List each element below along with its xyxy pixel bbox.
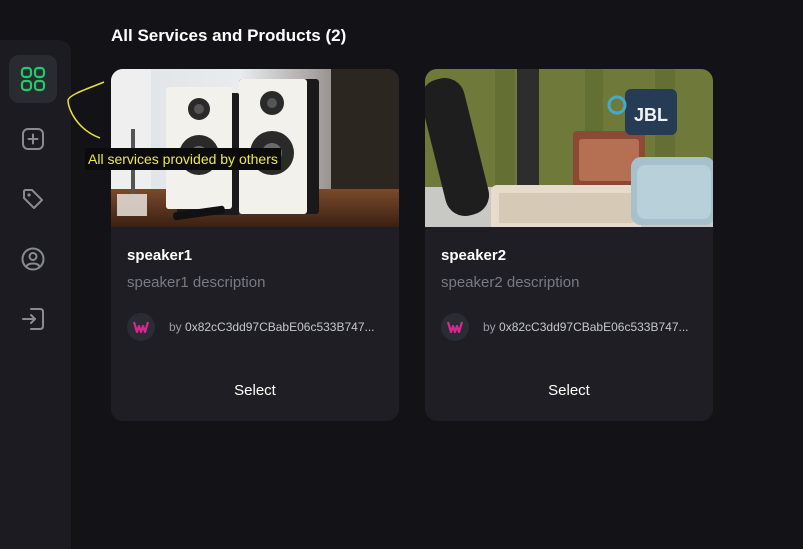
card-description: speaker2 description [441, 274, 580, 291]
author-prefix: by [169, 320, 182, 334]
service-card[interactable]: JBL speaker2 speaker2 description by 0x8… [425, 69, 713, 421]
nav-profile[interactable] [9, 235, 57, 283]
card-author: by 0x82cC3dd97CBabE06c533B747... [441, 313, 689, 341]
grid-icon [20, 66, 46, 92]
avatar [127, 313, 155, 341]
author-address: 0x82cC3dd97CBabE06c533B747... [185, 320, 375, 334]
nav-tags[interactable] [9, 175, 57, 223]
annotation-arrow [67, 81, 105, 139]
author-address: 0x82cC3dd97CBabE06c533B747... [499, 320, 689, 334]
plus-square-icon [22, 128, 44, 150]
svg-text:JBL: JBL [634, 105, 668, 125]
card-author: by 0x82cC3dd97CBabE06c533B747... [127, 313, 375, 341]
select-button[interactable]: Select [111, 369, 399, 411]
avatar [441, 313, 469, 341]
service-card[interactable]: speaker1 speaker1 description by 0x82cC3… [111, 69, 399, 421]
card-description: speaker1 description [127, 274, 266, 291]
tooltip: All services provided by others [85, 148, 281, 170]
card-title: speaker1 [127, 247, 193, 264]
nav-all-services[interactable] [9, 55, 57, 103]
page-title: All Services and Products (2) [111, 26, 347, 45]
author-prefix: by [483, 320, 496, 334]
nav-add-service[interactable] [9, 115, 57, 163]
speaker2-image: JBL [425, 69, 713, 227]
card-title: speaker2 [441, 247, 507, 264]
tag-icon [23, 189, 43, 209]
brand-logo-icon [133, 321, 149, 333]
nav-login[interactable] [9, 295, 57, 343]
user-circle-icon [21, 247, 45, 271]
select-button[interactable]: Select [425, 369, 713, 411]
login-icon [22, 308, 44, 330]
brand-logo-icon [447, 321, 463, 333]
